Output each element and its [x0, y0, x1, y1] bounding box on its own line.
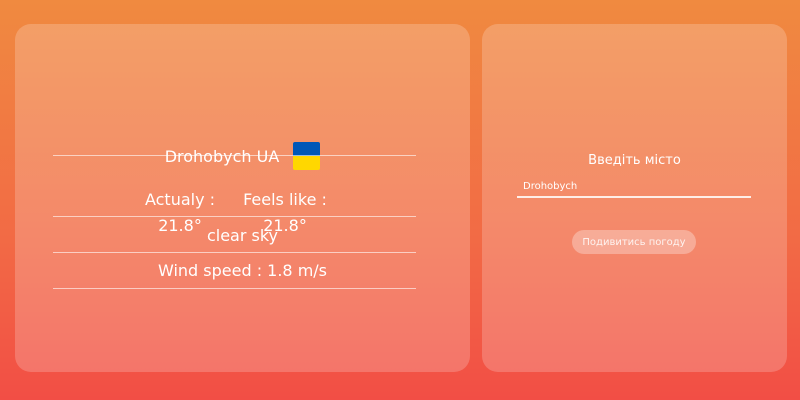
divider — [53, 216, 416, 217]
ukraine-flag-icon — [293, 142, 321, 170]
city-input[interactable] — [517, 176, 751, 198]
feels-label: Feels like : — [243, 190, 327, 209]
divider — [53, 155, 416, 156]
wind-speed: Wind speed : 1.8 m/s — [157, 261, 328, 280]
weather-description: clear sky — [206, 226, 279, 245]
city-name: Drohobych UA — [164, 146, 280, 166]
show-weather-button[interactable]: Подивитись погоду — [572, 230, 696, 254]
divider — [53, 288, 416, 289]
actual-label: Actualy : — [144, 190, 216, 209]
divider — [53, 252, 416, 253]
search-card: Введіть місто Подивитись погоду — [482, 24, 787, 372]
weather-card: Drohobych UA Actualy : 21.8° Feels like … — [15, 24, 470, 372]
city-input-label: Введіть місто — [588, 153, 681, 168]
city-heading: Drohobych UA — [15, 142, 470, 170]
